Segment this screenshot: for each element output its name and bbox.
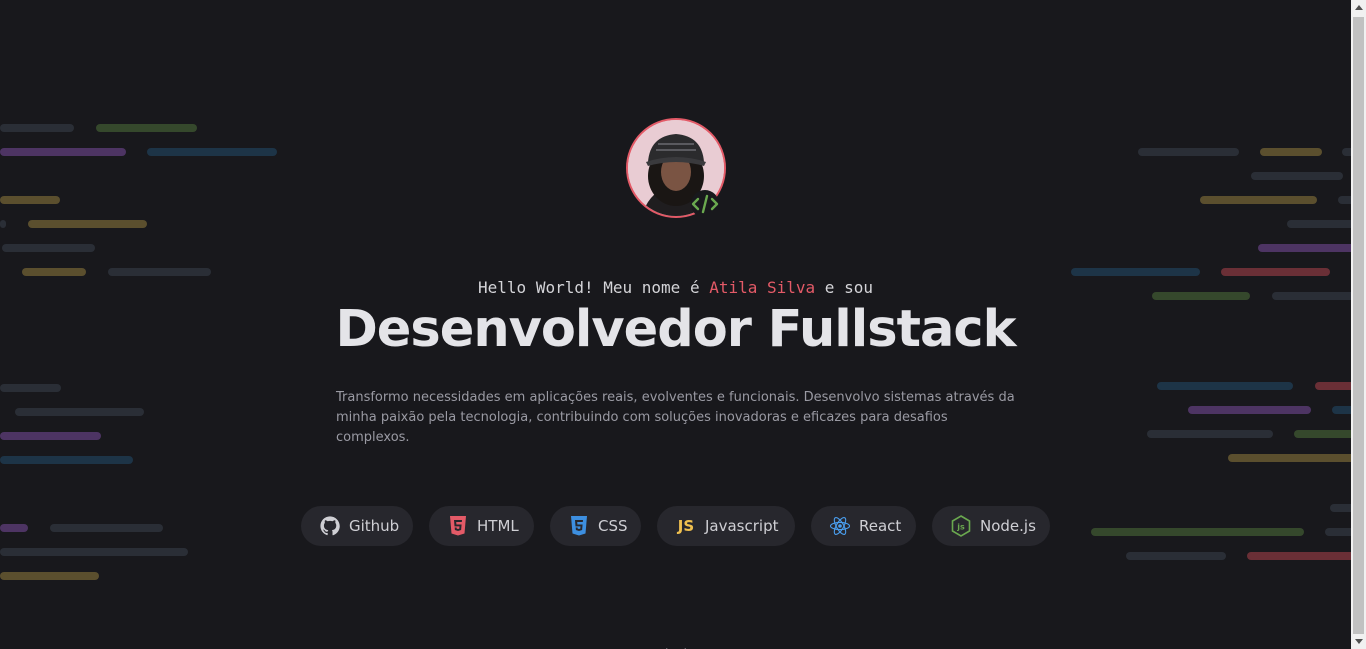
css3-icon xyxy=(568,515,590,537)
decorative-code-line xyxy=(0,432,101,440)
scroll-down-icon[interactable] xyxy=(664,642,688,649)
decorative-code-line xyxy=(15,408,144,416)
chip-label: React xyxy=(859,517,902,535)
greeting-prefix: Hello World! Meu nome é xyxy=(478,278,710,297)
chip-css[interactable]: CSS xyxy=(550,506,641,546)
decorative-code-line xyxy=(1294,430,1351,438)
decorative-code-line xyxy=(0,124,74,132)
chip-label: Javascript xyxy=(705,517,779,535)
arrow-down-icon xyxy=(1354,639,1363,644)
svg-text:js: js xyxy=(956,523,965,532)
decorative-code-line xyxy=(1200,196,1317,204)
code-brackets-icon xyxy=(688,190,722,218)
decorative-code-line xyxy=(1338,196,1351,204)
greeting-line: Hello World! Meu nome é Atila Silva e so… xyxy=(0,278,1351,297)
decorative-code-line xyxy=(108,268,211,276)
decorative-code-line xyxy=(1332,406,1351,414)
decorative-code-line xyxy=(1251,172,1343,180)
hero-description: Transformo necessidades em aplicações re… xyxy=(336,388,1016,448)
chip-label: CSS xyxy=(598,517,628,535)
chip-label: Github xyxy=(349,517,400,535)
description-line: Transformo necessidades em aplicações re… xyxy=(336,390,1015,405)
decorative-code-line xyxy=(0,148,126,156)
chip-javascript[interactable]: JS Javascript xyxy=(657,506,795,546)
arrow-up-icon xyxy=(1354,5,1363,10)
decorative-code-line xyxy=(1126,552,1226,560)
chip-label: HTML xyxy=(477,517,519,535)
decorative-code-line xyxy=(1258,244,1351,252)
decorative-code-line xyxy=(1147,430,1273,438)
decorative-code-line xyxy=(28,220,147,228)
hero-section: Hello World! Meu nome é Atila Silva e so… xyxy=(0,0,1351,649)
chip-html[interactable]: HTML xyxy=(429,506,534,546)
decorative-code-line xyxy=(96,124,197,132)
decorative-code-line xyxy=(0,572,99,580)
decorative-code-line xyxy=(1157,382,1293,390)
decorative-code-line xyxy=(0,548,188,556)
decorative-code-line xyxy=(0,196,60,204)
decorative-code-line xyxy=(0,384,61,392)
greeting-suffix: e sou xyxy=(815,278,873,297)
nodejs-icon: js xyxy=(950,515,972,537)
decorative-code-line xyxy=(1247,552,1351,560)
scroll-up-button[interactable] xyxy=(1351,0,1366,15)
description-line: minha paixão pela tecnologia, contribuin… xyxy=(336,410,948,445)
decorative-code-line xyxy=(147,148,277,156)
decorative-code-line xyxy=(0,220,6,228)
developer-name: Atila Silva xyxy=(709,278,816,297)
decorative-code-line xyxy=(1315,382,1351,390)
html5-icon xyxy=(447,515,469,537)
decorative-code-line xyxy=(1138,148,1239,156)
chip-label: Node.js xyxy=(980,517,1036,535)
decorative-code-line xyxy=(2,244,95,252)
github-icon xyxy=(319,515,341,537)
decorative-code-line xyxy=(0,456,133,464)
chip-github[interactable]: Github xyxy=(301,506,413,546)
tech-stack-list: Github HTML CSS JS Javascript React js N… xyxy=(0,506,1351,546)
chip-react[interactable]: React xyxy=(811,506,916,546)
page-title: Desenvolvedor Fullstack xyxy=(335,300,1016,359)
decorative-code-line xyxy=(1342,148,1351,156)
decorative-code-line xyxy=(1260,148,1322,156)
vertical-scrollbar[interactable] xyxy=(1351,0,1366,649)
decorative-code-line xyxy=(1071,268,1200,276)
decorative-code-line xyxy=(1287,220,1351,228)
decorative-code-line xyxy=(1188,406,1311,414)
decorative-code-line xyxy=(1228,454,1351,462)
react-icon xyxy=(829,515,851,537)
chip-nodejs[interactable]: js Node.js xyxy=(932,506,1050,546)
scrollbar-thumb[interactable] xyxy=(1353,17,1364,634)
decorative-code-line xyxy=(22,268,86,276)
decorative-code-line xyxy=(1221,268,1330,276)
js-icon: JS xyxy=(677,517,695,535)
scroll-down-button[interactable] xyxy=(1351,634,1366,649)
